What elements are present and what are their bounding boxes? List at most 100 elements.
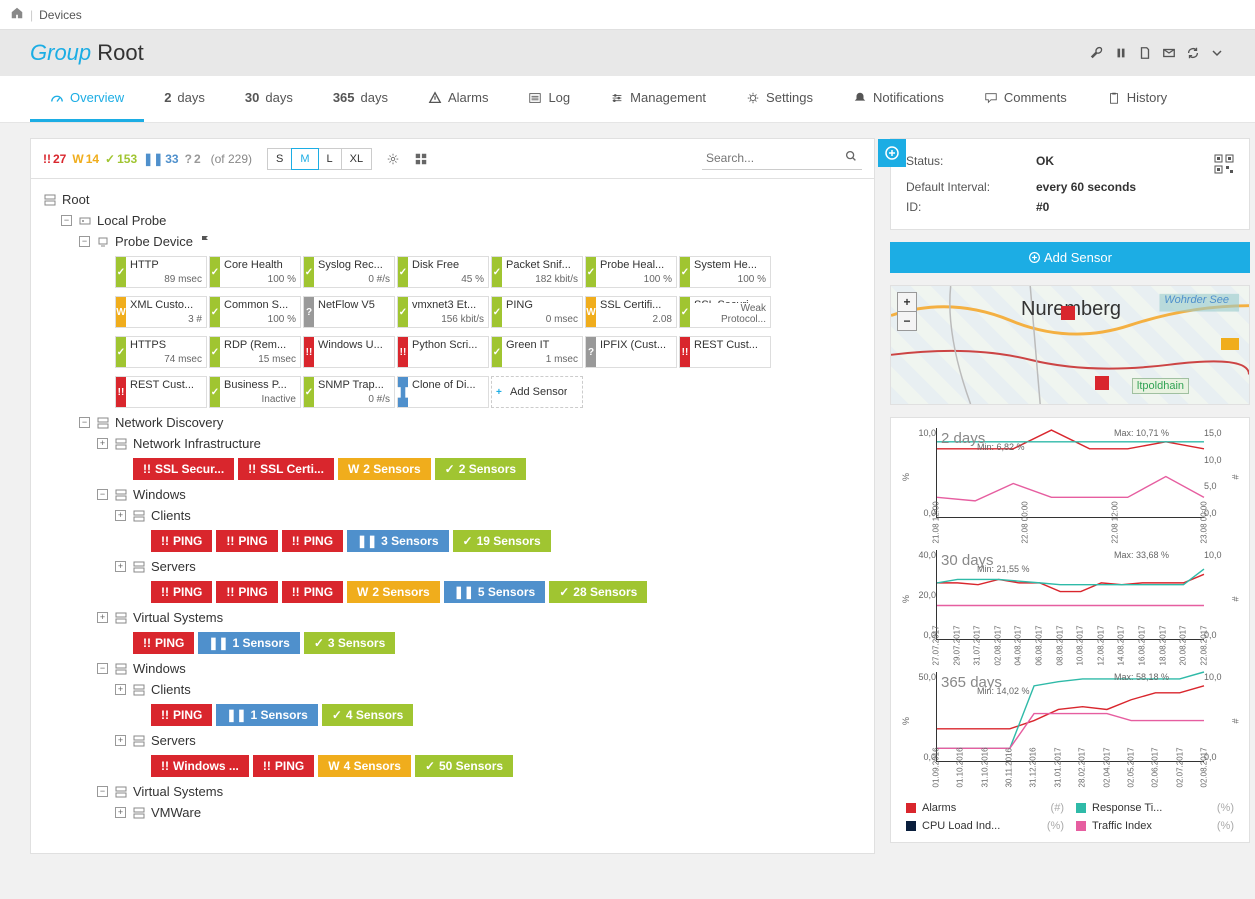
chart-2days[interactable]: 2 days % # 10,00,0 15,010,05,00,0 Max: 1… [906, 428, 1234, 538]
tab-overview[interactable]: Overview [30, 76, 144, 122]
map-marker-yellow[interactable] [1221, 338, 1239, 350]
sensor-tile[interactable]: ✓Green IT1 msec [491, 336, 583, 368]
status-pill-green[interactable]: ✓4 Sensors [322, 704, 413, 726]
sensor-tile[interactable]: ✓Probe Heal...100 % [585, 256, 677, 288]
status-pill-green[interactable]: ✓3 Sensors [304, 632, 395, 654]
sensor-tile[interactable]: ❚❚Clone of Di... [397, 376, 489, 408]
size-s[interactable]: S [267, 148, 292, 170]
status-count-yellow[interactable]: W 14 [72, 152, 99, 166]
tab-notifications[interactable]: Notifications [833, 76, 964, 122]
chart-365days[interactable]: 365 days % # 50,00,0 10,00,0 Max: 58,18 … [906, 672, 1234, 782]
collapse-icon[interactable]: − [79, 236, 90, 247]
sensor-tile[interactable]: ✓Packet Snif...182 kbit/s [491, 256, 583, 288]
status-pill-yellow[interactable]: W2 Sensors [338, 458, 431, 480]
tab-management[interactable]: Management [590, 76, 726, 122]
status-count-green[interactable]: ✓ 153 [105, 152, 137, 166]
status-pill-green[interactable]: ✓28 Sensors [549, 581, 647, 603]
settings-gear-icon[interactable] [386, 152, 400, 166]
sensor-tile[interactable]: !!REST Cust... [679, 336, 771, 368]
sensor-tile[interactable]: ✓HTTP89 msec [115, 256, 207, 288]
add-sensor-tile[interactable]: +Add Sensor [491, 376, 583, 408]
map-zoom-out[interactable]: − [897, 311, 917, 331]
search-icon[interactable] [844, 149, 858, 166]
tree-virtual-systems-2[interactable]: − Virtual Systems [43, 781, 862, 802]
tab-log[interactable]: Log [508, 76, 590, 122]
tree-virtual-systems-1[interactable]: + Virtual Systems [43, 607, 862, 628]
sensor-tile[interactable]: ✓Common S...100 % [209, 296, 301, 328]
map-zoom-in[interactable]: + [897, 292, 917, 312]
sensor-tile[interactable]: ✓vmxnet3 Et...156 kbit/s [397, 296, 489, 328]
tab-comments[interactable]: Comments [964, 76, 1087, 122]
grid-view-icon[interactable] [414, 152, 428, 166]
sensor-tile[interactable]: ✓RDP (Rem...15 msec [209, 336, 301, 368]
status-pill-red[interactable]: !!PING [133, 632, 194, 654]
search-input[interactable] [702, 147, 862, 170]
status-pill-blue[interactable]: ❚❚3 Sensors [347, 530, 448, 552]
status-pill-red[interactable]: !!PING [282, 530, 343, 552]
size-l[interactable]: L [318, 148, 342, 170]
expand-icon[interactable]: + [115, 561, 126, 572]
map-marker-red[interactable] [1061, 306, 1075, 320]
tree-servers-2[interactable]: + Servers [43, 730, 862, 751]
collapse-icon[interactable]: − [61, 215, 72, 226]
home-icon[interactable] [10, 6, 24, 23]
status-pill-yellow[interactable]: W4 Sensors [318, 755, 411, 777]
tree-network-infrastructure[interactable]: + Network Infrastructure [43, 433, 862, 454]
status-pill-green[interactable]: ✓50 Sensors [415, 755, 513, 777]
status-pill-green[interactable]: ✓19 Sensors [453, 530, 551, 552]
tab-30days[interactable]: 30 days [225, 76, 313, 122]
status-pill-blue[interactable]: ❚❚1 Sensors [198, 632, 299, 654]
chevron-down-icon[interactable] [1209, 45, 1225, 61]
status-pill-red[interactable]: !!PING [253, 755, 314, 777]
expand-icon[interactable]: + [115, 684, 126, 695]
tree-network-discovery[interactable]: − Network Discovery [43, 412, 862, 433]
refresh-icon[interactable] [1185, 45, 1201, 61]
sensor-tile[interactable]: !!Python Scri... [397, 336, 489, 368]
add-side-button[interactable] [878, 139, 906, 167]
tree-local-probe[interactable]: − Local Probe [43, 210, 862, 231]
sensor-tile[interactable]: !!Windows U... [303, 336, 395, 368]
status-pill-red[interactable]: !!Windows ... [151, 755, 249, 777]
expand-icon[interactable]: + [115, 510, 126, 521]
tree-root[interactable]: Root [43, 189, 862, 210]
sensor-tile[interactable]: !!REST Cust... [115, 376, 207, 408]
sensor-tile[interactable]: ?IPFIX (Cust... [585, 336, 677, 368]
tab-alarms[interactable]: Alarms [408, 76, 508, 122]
qr-icon[interactable] [1214, 154, 1234, 174]
sensor-tile[interactable]: ✓Syslog Rec...0 #/s [303, 256, 395, 288]
collapse-icon[interactable]: − [97, 786, 108, 797]
expand-icon[interactable]: + [115, 807, 126, 818]
status-count-red[interactable]: !! 27 [43, 152, 66, 166]
status-pill-red[interactable]: !!SSL Secur... [133, 458, 234, 480]
tree-windows-1[interactable]: − Windows [43, 484, 862, 505]
tree-clients-2[interactable]: + Clients [43, 679, 862, 700]
status-pill-red[interactable]: !!PING [151, 530, 212, 552]
status-pill-red[interactable]: !!PING [282, 581, 343, 603]
tree-servers-1[interactable]: + Servers [43, 556, 862, 577]
tree-windows-2[interactable]: − Windows [43, 658, 862, 679]
status-pill-red[interactable]: !!PING [216, 530, 277, 552]
document-icon[interactable] [1137, 45, 1153, 61]
size-xl[interactable]: XL [341, 148, 372, 170]
sensor-tile[interactable]: ✓Core Health100 % [209, 256, 301, 288]
sensor-tile[interactable]: ✓HTTPS74 msec [115, 336, 207, 368]
tab-history[interactable]: History [1087, 76, 1187, 122]
tab-2days[interactable]: 2 days [144, 76, 225, 122]
expand-icon[interactable]: + [115, 735, 126, 746]
status-pill-red[interactable]: !!SSL Certi... [238, 458, 334, 480]
status-pill-red[interactable]: !!PING [216, 581, 277, 603]
sensor-tile[interactable]: WXML Custo...3 # [115, 296, 207, 328]
tab-settings[interactable]: Settings [726, 76, 833, 122]
tree-vmware[interactable]: + VMWare [43, 802, 862, 823]
pause-icon[interactable] [1113, 45, 1129, 61]
sensor-tile[interactable]: ✓SSL Securi...Weak Protocol... [679, 296, 771, 328]
add-sensor-button[interactable]: Add Sensor [890, 242, 1250, 273]
status-count-grey[interactable]: ? 2 [185, 152, 201, 166]
status-pill-green[interactable]: ✓2 Sensors [435, 458, 526, 480]
collapse-icon[interactable]: − [79, 417, 90, 428]
status-pill-blue[interactable]: ❚❚5 Sensors [444, 581, 545, 603]
expand-icon[interactable]: + [97, 438, 108, 449]
collapse-icon[interactable]: − [97, 663, 108, 674]
sensor-tile[interactable]: ✓System He...100 % [679, 256, 771, 288]
tab-365days[interactable]: 365 days [313, 76, 408, 122]
